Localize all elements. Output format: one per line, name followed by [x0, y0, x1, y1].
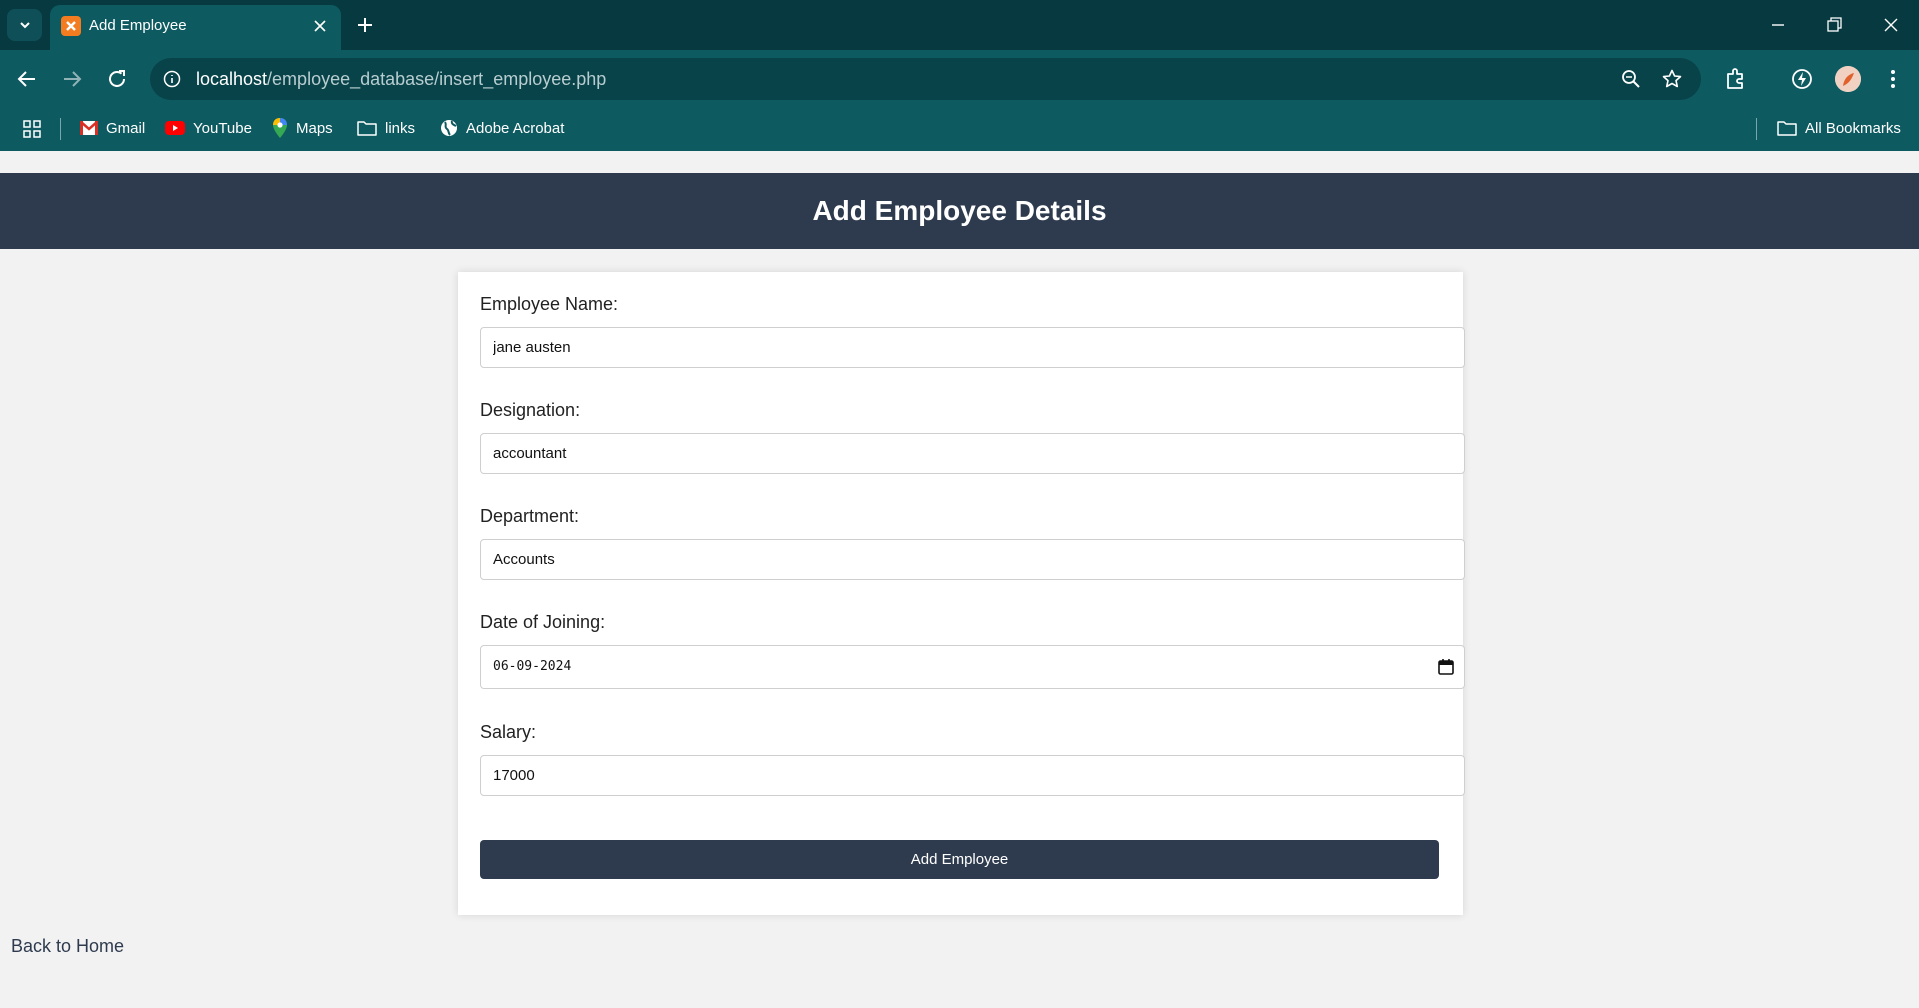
maps-icon — [273, 118, 287, 138]
bookmark-maps[interactable]: Maps — [272, 116, 333, 140]
bookmark-label: Maps — [296, 119, 333, 137]
url-text[interactable]: localhost/employee_database/insert_emplo… — [196, 69, 606, 90]
tab-strip: Add Employee — [0, 0, 1919, 50]
bookmark-label: links — [385, 119, 416, 137]
bookmarks-separator — [60, 118, 61, 140]
bookmark-label: Adobe Acrobat — [466, 119, 565, 137]
page-header: Add Employee Details — [0, 173, 1919, 249]
designation-input[interactable] — [480, 433, 1465, 474]
bookmark-label: YouTube — [193, 119, 252, 137]
employee-form: Employee Name: Designation: Department: … — [458, 272, 1465, 915]
employee-name-label: Employee Name: — [480, 294, 619, 314]
folder-icon — [1777, 121, 1797, 136]
menu-kebab-icon[interactable] — [1880, 66, 1906, 92]
all-bookmarks-label: All Bookmarks — [1805, 119, 1901, 137]
bookmarks-bar: Gmail YouTube Maps links Adobe Acrobat A… — [0, 108, 1919, 151]
apps-grid-icon[interactable] — [22, 119, 42, 139]
calendar-icon[interactable] — [1437, 658, 1455, 676]
youtube-icon — [165, 121, 185, 135]
date-of-joining-input[interactable]: 06-09-2024 — [480, 645, 1465, 689]
performance-icon[interactable] — [1789, 66, 1815, 92]
extensions-icon[interactable] — [1723, 66, 1749, 92]
bookmark-gmail[interactable]: Gmail — [80, 116, 145, 140]
date-value: 06-09-2024 — [493, 659, 572, 674]
back-to-home-link[interactable]: Back to Home — [11, 936, 124, 957]
active-tab[interactable]: Add Employee — [50, 5, 341, 50]
close-window-icon[interactable] — [1881, 15, 1901, 35]
address-bar[interactable]: localhost/employee_database/insert_emplo… — [150, 58, 1701, 100]
xampp-icon — [61, 16, 81, 36]
url-host: localhost — [196, 69, 268, 89]
employee-name-input[interactable] — [480, 327, 1465, 368]
date-of-joining-label: Date of Joining: — [480, 612, 606, 632]
url-path: /employee_database/insert_employee.php — [267, 69, 607, 89]
minimize-icon[interactable] — [1768, 15, 1788, 35]
profile-avatar[interactable] — [1835, 66, 1861, 92]
site-info-icon[interactable] — [162, 69, 182, 89]
close-tab-icon[interactable] — [312, 18, 328, 34]
designation-label: Designation: — [480, 400, 581, 420]
back-arrow-icon[interactable] — [15, 67, 39, 91]
department-input[interactable] — [480, 539, 1465, 580]
bookmark-adobe-acrobat[interactable]: Adobe Acrobat — [440, 116, 564, 140]
all-bookmarks-button[interactable]: All Bookmarks — [1777, 116, 1901, 140]
salary-label: Salary: — [480, 722, 537, 742]
bookmark-youtube[interactable]: YouTube — [165, 116, 252, 140]
bookmark-star-icon[interactable] — [1661, 68, 1683, 90]
restore-icon[interactable] — [1824, 15, 1844, 35]
bookmark-links[interactable]: links — [357, 116, 415, 140]
page-title: Add Employee Details — [812, 195, 1107, 226]
chevron-down-icon — [19, 22, 30, 29]
reload-icon[interactable] — [105, 67, 129, 91]
new-tab-icon[interactable] — [355, 15, 375, 35]
forward-arrow-icon[interactable] — [60, 67, 84, 91]
bookmarks-separator — [1756, 118, 1757, 140]
bookmark-label: Gmail — [106, 119, 146, 137]
tab-search-button[interactable] — [7, 9, 42, 41]
zoom-icon[interactable] — [1620, 68, 1642, 90]
folder-icon — [357, 121, 377, 136]
tab-title: Add Employee — [89, 17, 187, 34]
department-label: Department: — [480, 506, 580, 526]
add-employee-button[interactable]: Add Employee — [480, 840, 1439, 879]
browser-toolbar: localhost/employee_database/insert_emplo… — [0, 50, 1919, 108]
salary-input[interactable] — [480, 755, 1465, 796]
globe-icon — [441, 120, 457, 136]
gmail-icon — [80, 121, 98, 135]
page-content: Add Employee Details Employee Name: Desi… — [0, 151, 1919, 1008]
